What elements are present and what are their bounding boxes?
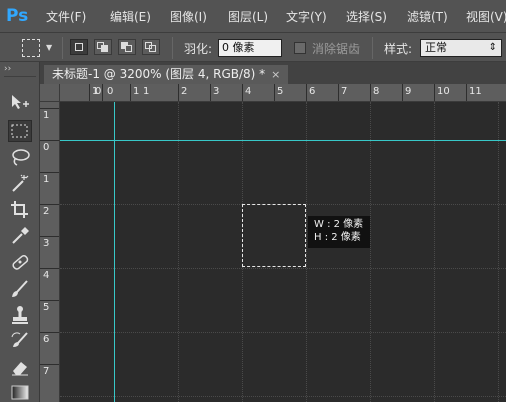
horizontal-guide[interactable] xyxy=(60,140,506,141)
style-select-value: 正常 xyxy=(425,41,447,54)
menu-type[interactable]: 文字(Y) xyxy=(286,8,327,25)
ruler-origin[interactable] xyxy=(40,84,60,102)
move-tool-icon[interactable] xyxy=(8,92,32,114)
ruler-h-label: 4 xyxy=(245,86,252,97)
document-tab-title: 未标题-1 @ 3200% (图层 4, RGB/8) * xyxy=(52,67,266,81)
new-selection-icon xyxy=(75,43,83,51)
ps-logo: Ps xyxy=(6,5,34,27)
options-bar: ▼ 羽化: 0 像素 消除锯齿 样式: 正常 ⇕ xyxy=(0,32,506,62)
gradient-tool-icon[interactable] xyxy=(8,382,32,402)
pixel-grid-line xyxy=(498,102,499,402)
selection-marquee[interactable] xyxy=(242,204,306,267)
menu-edit[interactable]: 编辑(E) xyxy=(110,8,151,25)
document-tab[interactable]: 未标题-1 @ 3200% (图层 4, RGB/8) * × xyxy=(44,65,289,84)
brush-tool-icon[interactable] xyxy=(8,279,32,301)
selection-height: H : 2 像素 xyxy=(314,232,361,243)
horizontal-ruler[interactable]: 1 0 0 1 1 2 3 4 5 6 7 8 9 10 11 xyxy=(60,84,506,102)
menu-layer[interactable]: 图层(L) xyxy=(228,8,268,25)
ruler-h-label: 9 xyxy=(405,86,412,97)
ruler-v-label: 2 xyxy=(43,206,50,217)
style-label: 样式: xyxy=(384,42,413,56)
ruler-h-label: 0 xyxy=(95,86,102,97)
ruler-h-label: 0 xyxy=(107,86,114,97)
antialias-label: 消除锯齿 xyxy=(312,42,361,56)
ruler-h-label: 7 xyxy=(341,86,348,97)
document-canvas[interactable]: W : 2 像素 H : 2 像素 xyxy=(60,102,506,402)
subtract-selection-icon-part xyxy=(125,45,132,52)
lasso-tool-icon[interactable] xyxy=(8,147,32,169)
photoshop-window: Ps 文件(F) 编辑(E) 图像(I) 图层(L) 文字(Y) 选择(S) 滤… xyxy=(0,0,506,402)
select-arrow-icon: ⇕ xyxy=(488,42,497,53)
ruler-h-label: 8 xyxy=(373,86,380,97)
ruler-v-label: 0 xyxy=(43,142,50,153)
separator xyxy=(172,37,173,59)
new-selection-button[interactable] xyxy=(70,39,88,55)
ruler-h-label: 3 xyxy=(213,86,220,97)
add-selection-icon-part xyxy=(101,45,108,52)
pixel-grid-line xyxy=(60,268,506,269)
ruler-v-label: 1 xyxy=(43,110,50,121)
ruler-h-label: 10 xyxy=(437,86,450,97)
vertical-guide[interactable] xyxy=(114,102,115,402)
selection-size-tooltip: W : 2 像素 H : 2 像素 xyxy=(308,216,370,248)
clone-stamp-tool-icon[interactable] xyxy=(8,305,32,327)
eyedropper-tool-icon[interactable] xyxy=(8,225,32,247)
ruler-h-label: 11 xyxy=(469,86,482,97)
ruler-h-label: 2 xyxy=(181,86,188,97)
ruler-v-label: 3 xyxy=(43,238,50,249)
panel-collapse-icon[interactable]: ›› xyxy=(4,64,11,74)
pixel-grid-line xyxy=(306,102,307,402)
document-tab-bar: 未标题-1 @ 3200% (图层 4, RGB/8) * × xyxy=(40,62,506,84)
ruler-v-label: 7 xyxy=(43,366,50,377)
menu-filter[interactable]: 滤镜(T) xyxy=(407,8,448,25)
add-selection-button[interactable] xyxy=(94,39,112,55)
separator xyxy=(62,37,63,59)
magic-wand-tool-icon[interactable] xyxy=(8,173,32,195)
marquee-tool-icon[interactable] xyxy=(8,120,32,142)
menu-file[interactable]: 文件(F) xyxy=(46,8,86,25)
intersect-selection-button[interactable] xyxy=(142,39,160,55)
menu-select[interactable]: 选择(S) xyxy=(346,8,387,25)
pixel-grid-line xyxy=(434,102,435,402)
crop-tool-icon[interactable] xyxy=(8,199,32,221)
ruler-h-label: 5 xyxy=(277,86,284,97)
ruler-v-label: 1 xyxy=(43,174,50,185)
marquee-preset-icon[interactable] xyxy=(22,39,40,57)
pixel-grid-line xyxy=(370,102,371,402)
ruler-v-label: 6 xyxy=(43,334,50,345)
menu-image[interactable]: 图像(I) xyxy=(170,8,207,25)
history-brush-tool-icon[interactable] xyxy=(8,331,32,353)
menu-view[interactable]: 视图(V) xyxy=(466,8,506,25)
ruler-v-label: 5 xyxy=(43,302,50,313)
subtract-selection-button[interactable] xyxy=(118,39,136,55)
vertical-ruler[interactable]: 1 0 1 2 3 4 5 6 7 xyxy=(40,102,60,402)
intersect-selection-icon-part xyxy=(149,45,156,52)
style-select[interactable]: 正常 ⇕ xyxy=(420,39,502,57)
pixel-grid-line xyxy=(60,332,506,333)
ruler-h-label: 1 xyxy=(133,86,140,97)
ruler-v-label: 4 xyxy=(43,270,50,281)
selection-width: W : 2 像素 xyxy=(314,219,364,230)
ruler-h-label: 6 xyxy=(309,86,316,97)
tools-panel: ›› xyxy=(0,62,40,402)
panel-divider xyxy=(4,76,36,77)
pixel-grid-line xyxy=(178,102,179,402)
feather-label: 羽化: xyxy=(184,42,213,56)
close-tab-icon[interactable]: × xyxy=(271,68,280,81)
separator xyxy=(372,37,373,59)
menu-bar: Ps 文件(F) 编辑(E) 图像(I) 图层(L) 文字(Y) 选择(S) 滤… xyxy=(0,0,506,32)
eraser-tool-icon[interactable] xyxy=(8,357,32,379)
pixel-grid-line xyxy=(60,396,506,397)
preset-dropdown-icon[interactable]: ▼ xyxy=(46,43,52,52)
antialias-checkbox[interactable] xyxy=(294,42,306,54)
feather-input[interactable]: 0 像素 xyxy=(218,39,282,57)
ruler-h-label: 1 xyxy=(143,86,150,97)
healing-brush-tool-icon[interactable] xyxy=(8,252,32,274)
